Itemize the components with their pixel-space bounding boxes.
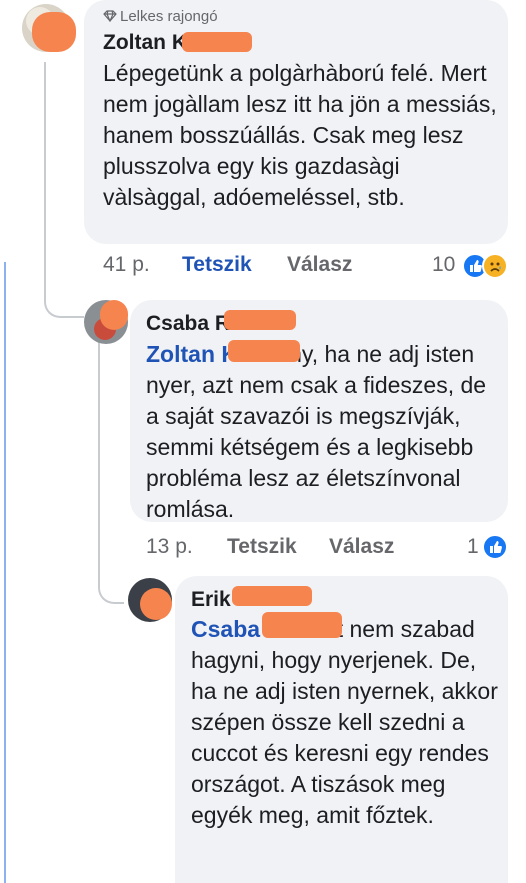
badge-label: Lelkes rajongó [120,8,218,25]
comment-body: Lépegetünk a polgàrhàború felé. Mert nem… [103,60,497,210]
like-button[interactable]: Tetszik [182,253,252,277]
redaction-mark [224,310,296,330]
thread-connector [98,552,124,604]
redaction-mark [140,588,172,620]
thread-connector [98,336,100,556]
mention-link[interactable]: Zoltan K [146,341,238,367]
redaction-mark [228,340,300,362]
comment-body: Bizony, ha ne adj isten nyer, azt nem cs… [146,341,487,522]
redaction-mark [262,612,342,638]
fan-badge: Lelkes rajongó [103,8,218,25]
comment-body: Ezért nem szabad hagyni, hogy nyerjenek.… [191,616,498,828]
like-icon[interactable] [482,534,508,560]
redaction-mark [100,300,128,330]
like-button[interactable]: Tetszik [227,535,297,559]
reaction-count[interactable]: 10 [432,253,455,277]
reaction-count[interactable]: 1 [467,535,479,559]
diamond-icon [103,10,117,23]
comment-time[interactable]: 13 p. [146,535,193,559]
reply-button[interactable]: Válasz [287,253,352,277]
reply-button[interactable]: Válasz [329,535,394,559]
left-accent-line [4,262,6,883]
comment-body-wrap: Csaba R Ezért nem szabad hagyni, hogy ny… [191,614,501,831]
thread-connector [44,62,46,262]
redaction-mark [32,12,76,52]
sad-icon[interactable] [482,253,508,279]
thread-connector [44,258,84,318]
comment-author[interactable]: Csaba R [146,312,230,336]
comment-author[interactable]: Zoltan K [103,31,187,55]
comment-time[interactable]: 41 p. [103,253,150,277]
comment-body-wrap: Zoltan K Bizony, ha ne adj isten nyer, a… [146,339,498,525]
redaction-mark [182,32,252,52]
redaction-mark [232,586,312,606]
